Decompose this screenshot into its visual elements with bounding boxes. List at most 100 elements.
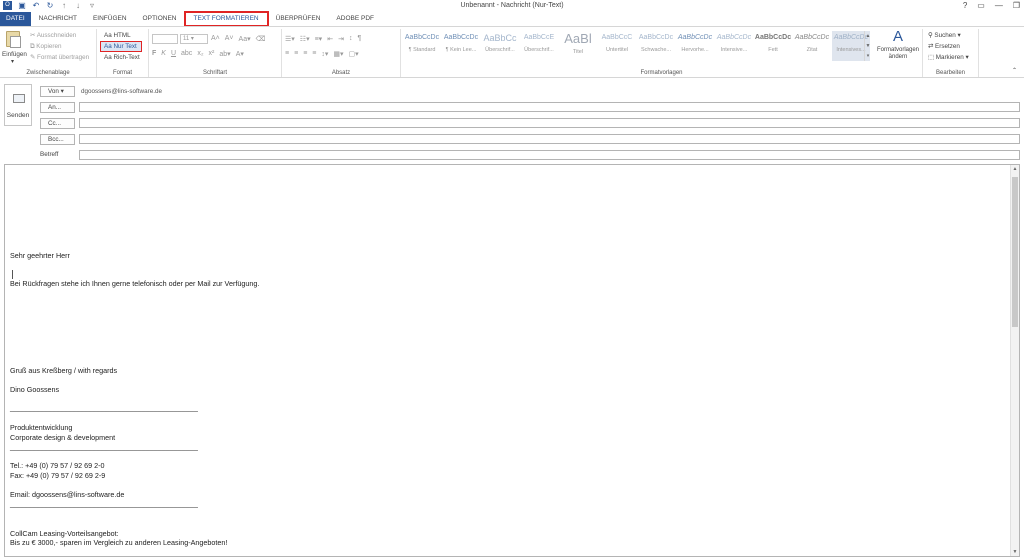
body-line: Gruß aus Kreßberg / with regards	[10, 366, 118, 375]
underline-button[interactable]: U	[171, 50, 176, 58]
find-button[interactable]: ⚲ Suchen ▾	[928, 31, 961, 40]
style-subtitle[interactable]: AaBbCcC Untertitel	[598, 31, 636, 61]
style-title[interactable]: AaBl Titel	[559, 31, 597, 61]
style-quote[interactable]: AaBbCcDc Zitat	[793, 31, 831, 61]
format-rich-button[interactable]: Aa Rich-Text	[104, 53, 140, 62]
borders-icon[interactable]: ▢▾	[349, 50, 359, 58]
style-no-spacing[interactable]: AaBbCcDc ¶ Kein Lee...	[442, 31, 480, 61]
align-right-icon[interactable]: ≡	[303, 50, 307, 58]
cut-label: Ausschneiden	[36, 32, 77, 39]
subscript-icon[interactable]: x₂	[197, 50, 203, 58]
minimize-icon[interactable]: —	[995, 0, 1003, 12]
select-button[interactable]: ⬚ Markieren ▾	[928, 53, 969, 62]
style-emphasis[interactable]: AaBbCcDc Hervorhe...	[676, 31, 714, 61]
align-left-icon[interactable]: ≡	[285, 50, 289, 58]
bcc-field[interactable]	[79, 134, 1020, 144]
style-name: Intensive...	[720, 47, 748, 53]
to-button[interactable]: An...	[40, 102, 75, 113]
cut-button[interactable]: ✂ Ausschneiden	[30, 31, 76, 40]
tab-datei[interactable]: DATEI	[0, 12, 31, 26]
editing-group-label: Bearbeiten	[935, 70, 966, 76]
format-painter-button[interactable]: ✎ Format übertragen	[30, 53, 89, 62]
paste-dropdown-icon[interactable]: ▾	[11, 58, 14, 67]
strikethrough-icon[interactable]: abc	[181, 50, 192, 58]
send-button[interactable]: Senden	[4, 84, 32, 126]
format-plain-button[interactable]: Aa Nur Text	[104, 42, 137, 51]
highlight-icon[interactable]: ab▾	[219, 50, 230, 58]
body-line: Sehr geehrter Herr	[10, 251, 70, 260]
tab-nachricht[interactable]: NACHRICHT	[31, 12, 85, 26]
line-spacing-icon[interactable]: ↕▾	[321, 50, 328, 58]
style-subtle-emphasis[interactable]: AaBbCcDc Schwache...	[637, 31, 675, 61]
change-styles-icon[interactable]: A	[876, 29, 920, 45]
help-icon[interactable]: ?	[963, 0, 967, 12]
bullets-icon[interactable]: ☰▾	[285, 35, 295, 43]
subject-field[interactable]	[79, 150, 1020, 160]
cc-button[interactable]: Cc...	[40, 118, 75, 129]
replace-button[interactable]: ⇄ Ersetzen	[928, 42, 960, 51]
style-sample: AaBbCcDc	[716, 34, 752, 41]
restore-icon[interactable]: ❐	[1013, 0, 1020, 12]
paragraph-list-tools: ☰▾ ☷▾ ≡▾ ⇤ ⇥ ↕ ¶	[285, 35, 361, 43]
decrease-indent-icon[interactable]: ⇤	[327, 35, 333, 43]
tab-optionen[interactable]: OPTIONEN	[135, 12, 185, 26]
grow-font-icon[interactable]: A˄	[211, 35, 220, 43]
font-size-box[interactable]: 11 ▾	[180, 34, 208, 44]
style-intense-emphasis[interactable]: AaBbCcDc Intensive...	[715, 31, 753, 61]
styles-scroll[interactable]: ▲ ▼ ▾	[864, 31, 871, 61]
style-name: ¶ Kein Lee...	[445, 47, 477, 53]
style-standard[interactable]: AaBbCcDc ¶ Standard	[403, 31, 441, 61]
numbering-icon[interactable]: ☷▾	[300, 35, 310, 43]
tab-adobe-pdf[interactable]: ADOBE PDF	[328, 12, 382, 26]
ribbon-display-icon[interactable]: ▭	[977, 0, 985, 12]
clear-format-icon[interactable]: ⌫	[256, 35, 266, 43]
copy-button[interactable]: ⧉ Kopieren	[30, 42, 61, 51]
shading-icon[interactable]: ▦▾	[333, 50, 343, 58]
from-button[interactable]: Von ▾	[40, 86, 75, 97]
chevron-down-icon[interactable]: ▼	[865, 41, 871, 51]
tab-ueberpruefen[interactable]: ÜBERPRÜFEN	[268, 12, 329, 26]
style-strong[interactable]: AaBbCcDc Fett	[754, 31, 792, 61]
collapse-ribbon-icon[interactable]: ⌃	[1012, 67, 1017, 76]
body-line: Fax: +49 (0) 79 57 / 92 69 2-9	[10, 471, 106, 480]
style-sample: AaBbCcDc	[677, 34, 713, 41]
paste-button[interactable]: Einfügen	[2, 50, 27, 59]
style-sample: AaBl	[564, 31, 592, 46]
tab-text-formatieren[interactable]: TEXT FORMATIEREN	[183, 11, 269, 27]
bold-button[interactable]: F	[152, 50, 156, 58]
style-name: Titel	[572, 49, 584, 55]
chevron-up-icon[interactable]: ▲	[865, 31, 871, 41]
style-heading-1[interactable]: AaBbCc Überschrif...	[481, 31, 519, 61]
superscript-icon[interactable]: x²	[209, 50, 215, 58]
body-line: CollCam Leasing-Vorteilsangebot:	[10, 529, 119, 538]
title-bar: O ▣ ↶ ↻ ↑ ↓ ▿ Unbenannt - Nachricht (Nur…	[0, 0, 1024, 12]
justify-icon[interactable]: ≡	[312, 50, 316, 58]
change-case-icon[interactable]: Aa▾	[239, 35, 251, 43]
italic-button[interactable]: K	[161, 50, 166, 58]
to-field[interactable]	[79, 102, 1020, 112]
font-color-icon[interactable]: A▾	[236, 50, 244, 58]
more-icon[interactable]: ▾	[865, 51, 871, 61]
sort-icon[interactable]: ↕	[349, 35, 353, 43]
change-styles-button[interactable]: Formatvorlagen ändern	[874, 47, 922, 61]
format-html-button[interactable]: Aa HTML	[104, 31, 131, 40]
style-heading-2[interactable]: AaBbCcE Überschrif...	[520, 31, 558, 61]
bcc-button[interactable]: Bcc...	[40, 134, 75, 145]
font-name-box[interactable]	[152, 34, 178, 44]
align-center-icon[interactable]: ≡	[294, 50, 298, 58]
message-body[interactable]: Sehr geehrter Herr Bei Rückfragen stehe …	[4, 164, 1020, 557]
scroll-down-icon[interactable]: ▼	[1011, 549, 1019, 555]
shrink-font-icon[interactable]: A˅	[225, 35, 234, 43]
paste-icon[interactable]	[6, 31, 21, 48]
scroll-up-icon[interactable]: ▲	[1011, 166, 1019, 172]
scroll-thumb[interactable]	[1012, 177, 1018, 327]
cc-field[interactable]	[79, 118, 1020, 128]
show-marks-icon[interactable]: ¶	[357, 35, 361, 43]
increase-indent-icon[interactable]: ⇥	[338, 35, 344, 43]
format-group-label: Format	[112, 70, 132, 76]
format-painter-label: Format übertragen	[37, 54, 90, 61]
multilevel-icon[interactable]: ≡▾	[315, 35, 323, 43]
tab-einfuegen[interactable]: EINFÜGEN	[85, 12, 135, 26]
text-caret	[12, 270, 13, 279]
vertical-scrollbar[interactable]: ▲ ▼	[1010, 165, 1019, 556]
